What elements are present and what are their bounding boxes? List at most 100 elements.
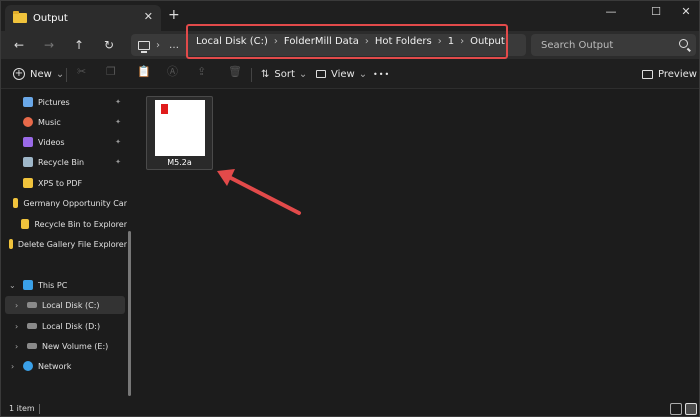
- chevron-down-icon: ⌄: [55, 68, 65, 80]
- drive-icon: [27, 302, 37, 308]
- toolbar-divider: [251, 68, 252, 82]
- refresh-button[interactable]: ↻: [99, 35, 119, 55]
- file-item[interactable]: M5.2a: [146, 96, 213, 170]
- breadcrumb-separator: ›: [156, 39, 160, 51]
- sidebar-item-recycle-bin-to-explorer[interactable]: Recycle Bin to Explorer: [1, 215, 127, 233]
- breadcrumb-separator: ›: [460, 36, 465, 47]
- sidebar-item-label: Music: [38, 117, 61, 127]
- sidebar-item-xps-to-pdf[interactable]: XPS to PDF: [1, 174, 127, 192]
- folder-icon: [23, 178, 33, 188]
- toolbar-divider: [66, 68, 67, 82]
- preview-pane-icon: [642, 69, 653, 79]
- new-button-label: New: [30, 68, 52, 80]
- folder-icon: [9, 239, 13, 249]
- preview-button-label: Preview: [658, 68, 697, 80]
- plus-circle-icon: +: [13, 68, 25, 80]
- command-bar: + New ⌄ ✂ ❐ 📋 Ⓐ ⇪ 🗑 ⇅ Sort ⌄ View ⌄ ••• …: [1, 59, 699, 89]
- breadcrumb-overflow-button[interactable]: …: [169, 40, 179, 51]
- minimize-button[interactable]: —: [596, 5, 626, 23]
- tab-label: Output: [33, 12, 68, 24]
- breadcrumb-item-local-disk[interactable]: Local Disk (C:): [196, 36, 268, 47]
- close-window-button[interactable]: ✕: [671, 5, 699, 23]
- navigation-pane: Pictures ✦ Music ✦ Videos ✦ Recycle Bin …: [1, 90, 131, 401]
- sidebar-item-videos[interactable]: Videos ✦: [1, 133, 127, 151]
- maximize-button[interactable]: ☐: [641, 5, 671, 23]
- sidebar-item-label: Pictures: [38, 97, 70, 107]
- file-thumbnail: [155, 100, 205, 156]
- view-icon: [316, 70, 326, 78]
- new-tab-button[interactable]: +: [168, 7, 180, 23]
- explorer-window: Output ✕ + — ☐ ✕ ← → ↑ ↻ › … Local Disk …: [0, 0, 700, 417]
- sidebar-item-new-volume-e[interactable]: › New Volume (E:): [1, 337, 127, 355]
- details-view-button[interactable]: [670, 403, 682, 415]
- sidebar-item-label: This PC: [38, 280, 68, 290]
- breadcrumb-separator: ›: [273, 36, 278, 47]
- sidebar-item-label: Recycle Bin to Explorer: [34, 219, 127, 229]
- status-divider: [39, 404, 40, 414]
- chevron-down-icon[interactable]: ⌄: [9, 281, 16, 290]
- item-count: 1 item: [9, 404, 35, 413]
- tab-output[interactable]: Output ✕: [5, 5, 161, 31]
- sidebar-item-network[interactable]: › Network: [1, 357, 127, 375]
- folder-icon: [20, 219, 30, 229]
- sidebar-item-label: Delete Gallery File Explorer: [17, 239, 127, 249]
- sidebar-item-label: XPS to PDF: [38, 178, 83, 188]
- back-button[interactable]: ←: [9, 35, 29, 55]
- breadcrumb-item-hot-folders[interactable]: Hot Folders: [375, 36, 432, 47]
- computer-icon: [138, 40, 150, 53]
- network-icon: [23, 361, 33, 371]
- view-button[interactable]: View ⌄: [316, 66, 367, 82]
- file-name: M5.2a: [167, 158, 192, 167]
- sidebar-item-this-pc[interactable]: ⌄ This PC: [1, 276, 127, 294]
- search-input[interactable]: [541, 37, 671, 53]
- search-icon: [679, 39, 688, 48]
- breadcrumb-item-foldermill-data[interactable]: FolderMill Data: [284, 36, 359, 47]
- sort-button-label: Sort: [274, 68, 295, 80]
- delete-icon[interactable]: 🗑: [228, 66, 242, 78]
- status-bar: 1 item: [1, 401, 699, 416]
- more-options-button[interactable]: •••: [373, 66, 390, 82]
- breadcrumb-separator: ›: [437, 36, 442, 47]
- sidebar-item-local-disk-c[interactable]: › Local Disk (C:): [5, 296, 125, 314]
- sidebar-item-music[interactable]: Music ✦: [1, 113, 127, 131]
- sidebar-item-local-disk-d[interactable]: › Local Disk (D:): [1, 317, 127, 335]
- preview-button[interactable]: Preview: [642, 66, 697, 82]
- chevron-right-icon[interactable]: ›: [15, 322, 18, 331]
- pictures-icon: [23, 97, 33, 107]
- pin-icon: ✦: [115, 158, 121, 166]
- paste-icon[interactable]: 📋: [137, 66, 151, 78]
- breadcrumb: Local Disk (C:) › FolderMill Data › Hot …: [186, 24, 508, 59]
- cut-icon[interactable]: ✂: [77, 66, 89, 78]
- sidebar-item-label: Videos: [38, 137, 65, 147]
- share-icon[interactable]: ⇪: [197, 66, 209, 78]
- sort-button[interactable]: ⇅ Sort ⌄: [261, 66, 307, 82]
- search-box[interactable]: [531, 34, 696, 56]
- pin-icon: ✦: [115, 138, 121, 146]
- up-button[interactable]: ↑: [69, 35, 89, 55]
- recycle-bin-icon: [23, 157, 33, 167]
- sidebar-item-recycle-bin[interactable]: Recycle Bin ✦: [1, 153, 127, 171]
- rename-icon[interactable]: Ⓐ: [167, 66, 179, 78]
- pin-icon: ✦: [115, 118, 121, 126]
- pin-icon: ✦: [115, 98, 121, 106]
- this-pc-icon: [23, 280, 33, 290]
- sidebar-item-pictures[interactable]: Pictures ✦: [1, 93, 127, 111]
- chevron-right-icon[interactable]: ›: [15, 301, 18, 310]
- pdf-badge-icon: [161, 104, 168, 114]
- chevron-right-icon[interactable]: ›: [15, 342, 18, 351]
- folder-icon: [13, 11, 27, 23]
- close-tab-icon[interactable]: ✕: [144, 10, 153, 23]
- chevron-right-icon[interactable]: ›: [11, 362, 14, 371]
- sidebar-item-delete-gallery-file-explorer[interactable]: Delete Gallery File Explorer: [1, 235, 127, 253]
- breadcrumb-item-1[interactable]: 1: [448, 36, 454, 47]
- forward-button[interactable]: →: [39, 35, 59, 55]
- sidebar-item-germany-opportunity-car[interactable]: Germany Opportunity Car: [1, 194, 127, 212]
- large-icons-view-button[interactable]: [685, 403, 697, 415]
- drive-icon: [27, 343, 37, 349]
- sort-icon: ⇅: [261, 68, 270, 80]
- view-button-label: View: [331, 68, 355, 80]
- chevron-down-icon: ⌄: [298, 68, 308, 80]
- breadcrumb-item-output[interactable]: Output: [470, 36, 505, 47]
- copy-icon[interactable]: ❐: [106, 66, 118, 78]
- new-button[interactable]: + New ⌄: [13, 66, 64, 82]
